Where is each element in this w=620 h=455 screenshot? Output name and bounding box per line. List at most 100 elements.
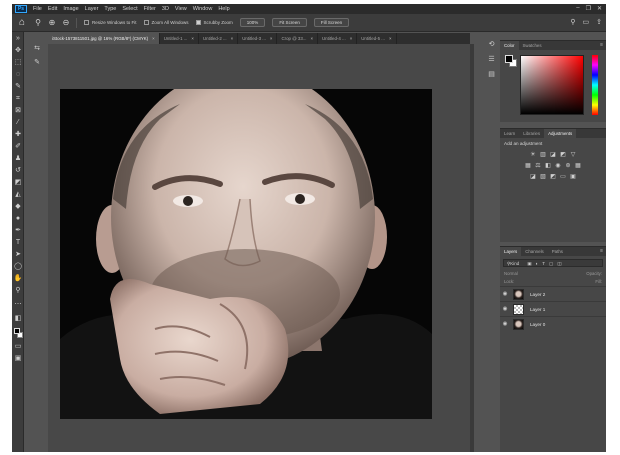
tab-layers[interactable]: Layers bbox=[500, 247, 522, 256]
lock-label[interactable]: Lock: bbox=[504, 278, 514, 286]
zoom-tool-icon[interactable]: ⚲ bbox=[33, 18, 43, 28]
eyedropper-tool-icon[interactable]: ⁄ bbox=[13, 118, 23, 128]
layer-filter[interactable]: ⚲ Kind ▣ ◐ T ▢ ◫ bbox=[503, 259, 603, 267]
crop-tool-icon[interactable]: ⌗ bbox=[13, 94, 23, 104]
resize-windows-checkbox[interactable]: Resize Windows to Fit bbox=[84, 20, 137, 25]
blur-tool-icon[interactable]: ◆ bbox=[13, 202, 23, 212]
close-icon[interactable]: × bbox=[270, 36, 273, 41]
menu-type[interactable]: Type bbox=[104, 6, 116, 12]
tab-learn[interactable]: Learn bbox=[500, 129, 519, 138]
channel-mixer-icon[interactable]: ⊛ bbox=[565, 163, 572, 170]
close-icon[interactable]: × bbox=[152, 36, 155, 41]
close-icon[interactable]: × bbox=[191, 36, 194, 41]
share-icon[interactable]: ⇪ bbox=[596, 18, 602, 26]
hue-slider[interactable] bbox=[592, 55, 598, 115]
menu-file[interactable]: File bbox=[33, 6, 42, 12]
quick-mask-icon[interactable]: ▭ bbox=[13, 342, 23, 352]
scrubby-zoom-checkbox[interactable]: Scrubby Zoom bbox=[195, 20, 233, 25]
history-brush-tool-icon[interactable]: ↺ bbox=[13, 166, 23, 176]
properties-panel-icon[interactable]: ☰ bbox=[487, 55, 496, 64]
search-icon[interactable]: ⚲ bbox=[570, 18, 575, 26]
hand-tool-icon[interactable]: ✋ bbox=[13, 274, 23, 284]
eye-icon[interactable]: ◉ bbox=[500, 291, 510, 297]
brush-settings-icon[interactable]: ✎ bbox=[32, 58, 42, 68]
menu-image[interactable]: Image bbox=[63, 6, 78, 12]
move-tool-icon[interactable]: ✥ bbox=[13, 46, 23, 56]
zoom-out-icon[interactable]: ⊖ bbox=[61, 18, 71, 28]
workspace-icon[interactable]: ▭ bbox=[583, 18, 590, 26]
exposure-icon[interactable]: ◩ bbox=[560, 152, 567, 159]
curves-icon[interactable]: ◪ bbox=[550, 152, 557, 159]
threshold-icon[interactable]: ◩ bbox=[550, 174, 557, 181]
menu-view[interactable]: View bbox=[175, 6, 187, 12]
close-icon[interactable]: × bbox=[310, 36, 313, 41]
vibrance-icon[interactable]: ▽ bbox=[570, 152, 577, 159]
eye-icon[interactable]: ◉ bbox=[500, 306, 510, 312]
shape-tool-icon[interactable]: ◯ bbox=[13, 262, 23, 272]
tab-istock-image[interactable]: iStock-1573811501.jpg @ 16% (RGB/8*) (CM… bbox=[48, 33, 160, 44]
more-tools-icon[interactable]: ⋯ bbox=[13, 300, 23, 310]
posterize-icon[interactable]: ▧ bbox=[540, 174, 547, 181]
brush-tool-icon[interactable]: ✐ bbox=[13, 142, 23, 152]
tab-paths[interactable]: Paths bbox=[548, 247, 567, 256]
tab-untitled-3[interactable]: Untitled-3 ... × bbox=[238, 33, 278, 44]
tab-crop[interactable]: Crop @ 33... × bbox=[277, 33, 319, 44]
zoom-tool-icon[interactable]: ⚲ bbox=[13, 286, 23, 296]
menu-help[interactable]: Help bbox=[218, 6, 229, 12]
color-picker-field[interactable] bbox=[520, 55, 584, 115]
home-icon[interactable]: ⌂ bbox=[15, 16, 29, 30]
smart-filter-icon[interactable]: ◫ bbox=[557, 260, 561, 266]
document-image[interactable] bbox=[60, 89, 432, 419]
layer-row-layer-2[interactable]: ◉ Layer 2 bbox=[500, 286, 606, 301]
hue-saturation-icon[interactable]: ▦ bbox=[525, 163, 532, 170]
tab-adjustments[interactable]: Adjustments bbox=[544, 129, 577, 138]
type-tool-icon[interactable]: T bbox=[13, 238, 23, 248]
menu-3d[interactable]: 3D bbox=[162, 6, 169, 12]
canvas-scrollbar[interactable] bbox=[470, 44, 474, 452]
tab-untitled-2[interactable]: Untitled-2 ... × bbox=[199, 33, 239, 44]
menu-select[interactable]: Select bbox=[122, 6, 137, 12]
opacity-label[interactable]: Opacity: bbox=[586, 270, 602, 278]
panel-menu-icon[interactable]: ≡ bbox=[600, 42, 603, 48]
tab-channels[interactable]: Channels bbox=[521, 247, 548, 256]
gradient-tool-icon[interactable]: ◭ bbox=[13, 190, 23, 200]
color-balance-icon[interactable]: ⚖ bbox=[535, 163, 542, 170]
healing-brush-tool-icon[interactable]: ✚ bbox=[13, 130, 23, 140]
collapse-arrows-icon[interactable]: » bbox=[13, 34, 23, 44]
pixel-filter-icon[interactable]: ▣ bbox=[527, 260, 531, 266]
lasso-tool-icon[interactable]: ◌ bbox=[13, 70, 23, 80]
path-selection-tool-icon[interactable]: ➤ bbox=[13, 250, 23, 260]
menu-filter[interactable]: Filter bbox=[144, 6, 156, 12]
tab-untitled-5[interactable]: Untitled-5 ... × bbox=[357, 33, 397, 44]
menu-window[interactable]: Window bbox=[193, 6, 213, 12]
history-panel-icon[interactable]: ⟲ bbox=[487, 40, 496, 49]
type-filter-icon[interactable]: T bbox=[542, 260, 545, 266]
canvas-area[interactable] bbox=[48, 44, 470, 452]
close-icon[interactable]: × bbox=[389, 36, 392, 41]
foreground-color-swatch[interactable] bbox=[14, 328, 20, 334]
tab-libraries[interactable]: Libraries bbox=[519, 129, 544, 138]
clone-stamp-tool-icon[interactable]: ♟ bbox=[13, 154, 23, 164]
maximize-icon[interactable]: ❐ bbox=[586, 5, 591, 12]
zoom-all-windows-checkbox[interactable]: Zoom All Windows bbox=[143, 20, 189, 25]
quick-selection-tool-icon[interactable]: ✎ bbox=[13, 82, 23, 92]
close-icon[interactable]: × bbox=[231, 36, 234, 41]
color-lookup-icon[interactable]: ▦ bbox=[575, 163, 582, 170]
black-white-icon[interactable]: ◧ bbox=[545, 163, 552, 170]
eraser-tool-icon[interactable]: ◩ bbox=[13, 178, 23, 188]
shape-filter-icon[interactable]: ▢ bbox=[549, 260, 553, 266]
zoom-in-icon[interactable]: ⊕ bbox=[47, 18, 57, 28]
fill-screen-button[interactable]: Fill Screen bbox=[313, 18, 350, 27]
artboard-icon[interactable]: ⇆ bbox=[32, 44, 42, 54]
marquee-tool-icon[interactable]: ⬚ bbox=[13, 58, 23, 68]
adjustment-filter-icon[interactable]: ◐ bbox=[536, 260, 539, 266]
default-colors-icon[interactable]: ◧ bbox=[13, 314, 23, 324]
tab-swatches[interactable]: Swatches bbox=[519, 41, 546, 50]
blend-mode-select[interactable]: Normal bbox=[504, 270, 518, 278]
layer-row-layer-1[interactable]: ◉ Layer 1 bbox=[500, 301, 606, 316]
close-icon[interactable]: ✕ bbox=[597, 5, 602, 12]
frame-tool-icon[interactable]: ⊠ bbox=[13, 106, 23, 116]
invert-icon[interactable]: ◪ bbox=[530, 174, 537, 181]
pen-tool-icon[interactable]: ✒ bbox=[13, 226, 23, 236]
photo-filter-icon[interactable]: ◉ bbox=[555, 163, 562, 170]
